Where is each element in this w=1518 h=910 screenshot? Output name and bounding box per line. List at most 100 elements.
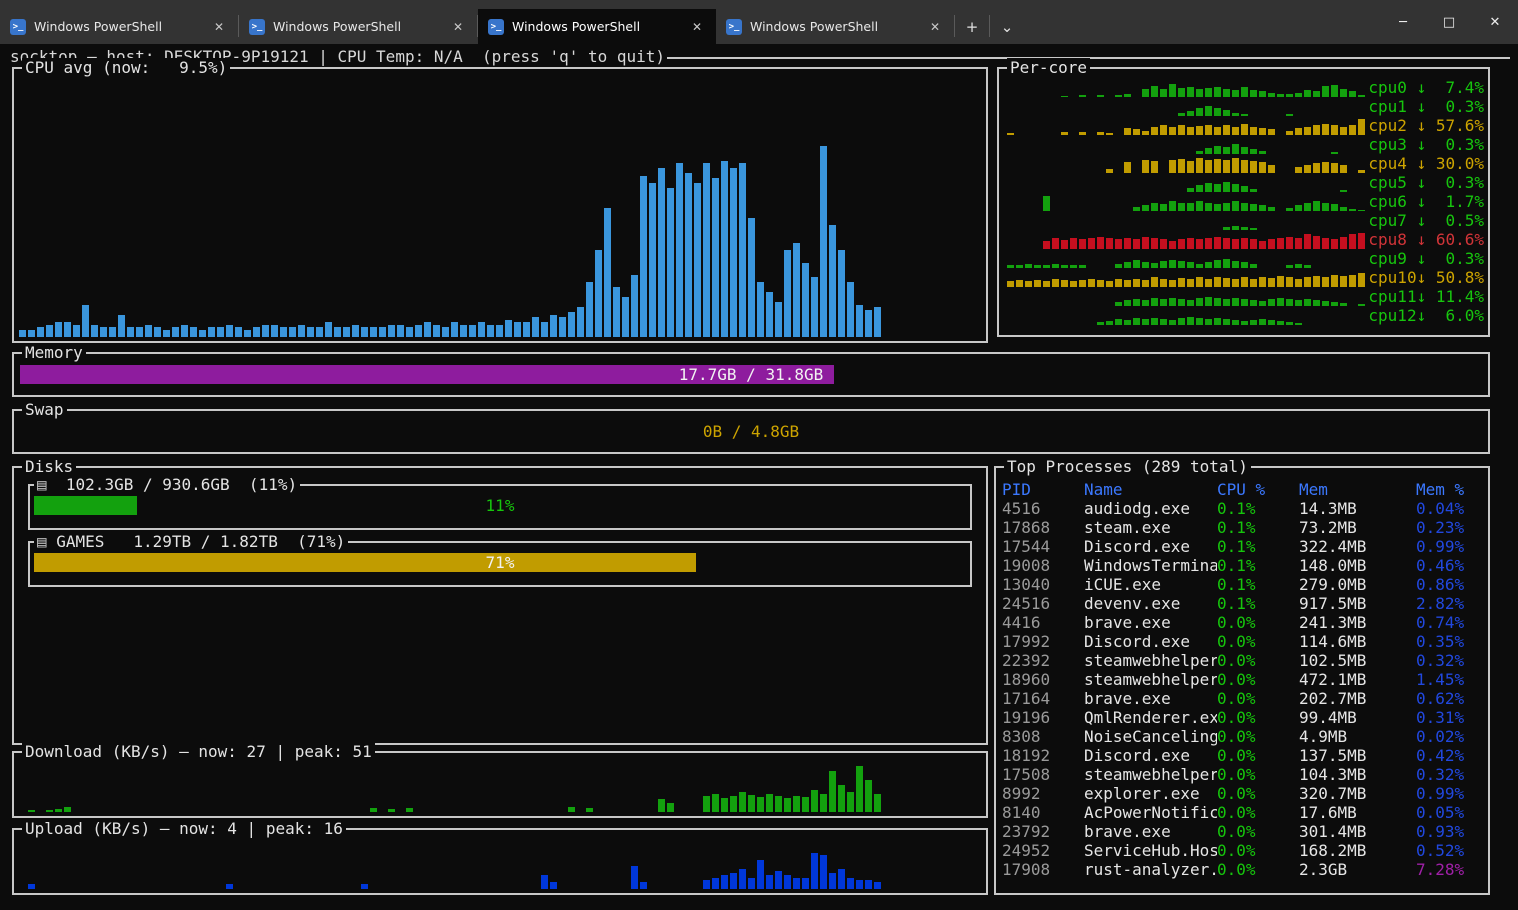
sparkline-bar: [1313, 300, 1320, 306]
sparkline-bar: [1223, 238, 1230, 249]
disk-c-gauge: 11%: [34, 496, 966, 515]
sparkline-bar: [1241, 262, 1248, 268]
chart-bar: [181, 325, 188, 337]
process-row[interactable]: 19196QmlRenderer.ex0.0%99.4MB0.31%: [1002, 708, 1484, 727]
tab-powershell-2[interactable]: >_ Windows PowerShell ✕: [239, 9, 477, 44]
sparkline-bar: [1070, 238, 1077, 249]
process-row[interactable]: 17868steam.exe0.1%73.2MB0.23%: [1002, 518, 1484, 537]
sparkline-bar: [1079, 132, 1086, 135]
sparkline-bar: [1169, 320, 1176, 325]
sparkline-bar: [1007, 281, 1014, 287]
chart-bar: [190, 327, 197, 337]
process-row[interactable]: 17992Discord.exe0.0%114.6MB0.35%: [1002, 632, 1484, 651]
process-row[interactable]: 4416brave.exe0.0%241.3MB0.74%: [1002, 613, 1484, 632]
sparkline-bar: [1178, 299, 1185, 306]
process-row[interactable]: 4516audiodg.exe0.1%14.3MB0.04%: [1002, 499, 1484, 518]
sparkline-bar: [1043, 281, 1050, 287]
process-cell-memp: 0.99%: [1416, 784, 1484, 803]
tab-close-icon[interactable]: ✕: [688, 18, 706, 36]
core-label: cpu10↓ 50.8%: [1368, 268, 1484, 287]
sparkline-bar: [1070, 281, 1077, 287]
cpu-history-chart: [19, 85, 981, 337]
chart-bar: [847, 282, 854, 337]
process-row[interactable]: 19008WindowsTermina0.1%148.0MB0.46%: [1002, 556, 1484, 575]
core-sparkline: [1007, 232, 1368, 249]
tab-dropdown-chevron-icon[interactable]: ⌄: [990, 9, 1024, 44]
process-row[interactable]: 23792brave.exe0.0%301.4MB0.93%: [1002, 822, 1484, 841]
core-sparkline: [1007, 175, 1368, 192]
sparkline-bar: [1187, 203, 1194, 211]
sparkline-bar: [1097, 322, 1104, 325]
sparkline-bar: [1196, 277, 1203, 287]
process-row[interactable]: 8308NoiseCanceling0.0%4.9MB0.02%: [1002, 727, 1484, 746]
sparkline-bar: [1115, 279, 1122, 287]
sparkline-bar: [1358, 95, 1365, 97]
core-row: cpu8 ↓ 60.6%: [1007, 230, 1484, 249]
process-cell-cpu: 0.0%: [1217, 841, 1299, 860]
process-row[interactable]: 24516devenv.exe0.1%917.5MB2.82%: [1002, 594, 1484, 613]
process-row[interactable]: 8992explorer.exe0.0%320.7MB0.99%: [1002, 784, 1484, 803]
tab-powershell-3-active[interactable]: >_ Windows PowerShell ✕: [478, 9, 716, 44]
new-tab-button[interactable]: +: [955, 9, 989, 44]
close-button[interactable]: ✕: [1472, 0, 1518, 44]
sparkline-bar: [1007, 265, 1014, 268]
process-row[interactable]: 24952ServiceHub.Hos0.0%168.2MB0.52%: [1002, 841, 1484, 860]
chart-bar: [829, 771, 836, 812]
process-row[interactable]: 17908rust-analyzer.0.0%2.3GB7.28%: [1002, 860, 1484, 879]
sparkline-bar: [1331, 275, 1338, 287]
sparkline-bar: [1232, 90, 1239, 97]
chart-bar: [712, 878, 719, 889]
disk-icon: ▤: [37, 475, 47, 494]
process-cell-cpu: 0.0%: [1217, 689, 1299, 708]
chart-bar: [622, 297, 629, 337]
sparkline-bar: [1313, 91, 1320, 97]
process-row[interactable]: 17544Discord.exe0.1%322.4MB0.99%: [1002, 537, 1484, 556]
process-cell-cpu: 0.0%: [1217, 632, 1299, 651]
sparkline-bar: [1232, 239, 1239, 249]
sparkline-bar: [1079, 95, 1086, 97]
sparkline-bar: [1016, 265, 1023, 268]
process-cell-name: AcPowerNotific: [1084, 803, 1217, 822]
tab-powershell-1[interactable]: >_ Windows PowerShell ✕: [0, 9, 238, 44]
sparkline-bar: [1259, 241, 1266, 249]
tab-close-icon[interactable]: ✕: [449, 18, 467, 36]
tab-label: Windows PowerShell: [34, 19, 210, 34]
minimize-button[interactable]: ─: [1380, 0, 1426, 44]
sparkline-bar: [1205, 203, 1212, 211]
chart-bar: [451, 322, 458, 337]
process-row[interactable]: 18192Discord.exe0.0%137.5MB0.42%: [1002, 746, 1484, 765]
sparkline-bar: [1322, 124, 1329, 135]
per-core-panel: Per-core cpu0 ↓ 7.4%cpu1 ↓ 0.3%cpu2 ↓ 57…: [997, 67, 1490, 337]
process-cell-memp: 0.42%: [1416, 746, 1484, 765]
sparkline-bar: [1205, 297, 1212, 306]
process-row[interactable]: 22392steamwebhelper0.0%102.5MB0.32%: [1002, 651, 1484, 670]
tab-close-icon[interactable]: ✕: [926, 18, 944, 36]
maximize-button[interactable]: □: [1426, 0, 1472, 44]
sparkline-bar: [1277, 94, 1284, 97]
disk-games-gauge: 71%: [34, 553, 966, 572]
process-row[interactable]: 17164brave.exe0.0%202.7MB0.62%: [1002, 689, 1484, 708]
sparkline-bar: [1187, 188, 1194, 192]
sparkline-bar: [1079, 265, 1086, 268]
process-cell-cpu: 0.1%: [1217, 594, 1299, 613]
process-cell-memp: 0.99%: [1416, 537, 1484, 556]
sparkline-bar: [1070, 265, 1077, 268]
process-row[interactable]: 17508steamwebhelper0.0%104.3MB0.32%: [1002, 765, 1484, 784]
sparkline-bar: [1349, 234, 1356, 249]
core-row: cpu2 ↓ 57.6%: [1007, 116, 1484, 135]
chart-bar: [361, 884, 368, 889]
sparkline-bar: [1160, 204, 1167, 211]
process-cell-pid: 22392: [1002, 651, 1084, 670]
sparkline-bar: [1043, 241, 1050, 249]
sparkline-bar: [1124, 280, 1131, 287]
tab-close-icon[interactable]: ✕: [210, 18, 228, 36]
tab-powershell-4[interactable]: >_ Windows PowerShell ✕: [716, 9, 954, 44]
chart-bar: [874, 307, 881, 337]
sparkline-bar: [1151, 86, 1158, 97]
process-row[interactable]: 18960steamwebhelper0.0%472.1MB1.45%: [1002, 670, 1484, 689]
sparkline-bar: [1223, 227, 1230, 230]
sparkline-bar: [1295, 323, 1302, 325]
powershell-icon: >_: [488, 19, 504, 35]
process-row[interactable]: 13040iCUE.exe0.1%279.0MB0.86%: [1002, 575, 1484, 594]
process-row[interactable]: 8140AcPowerNotific0.0%17.6MB0.05%: [1002, 803, 1484, 822]
